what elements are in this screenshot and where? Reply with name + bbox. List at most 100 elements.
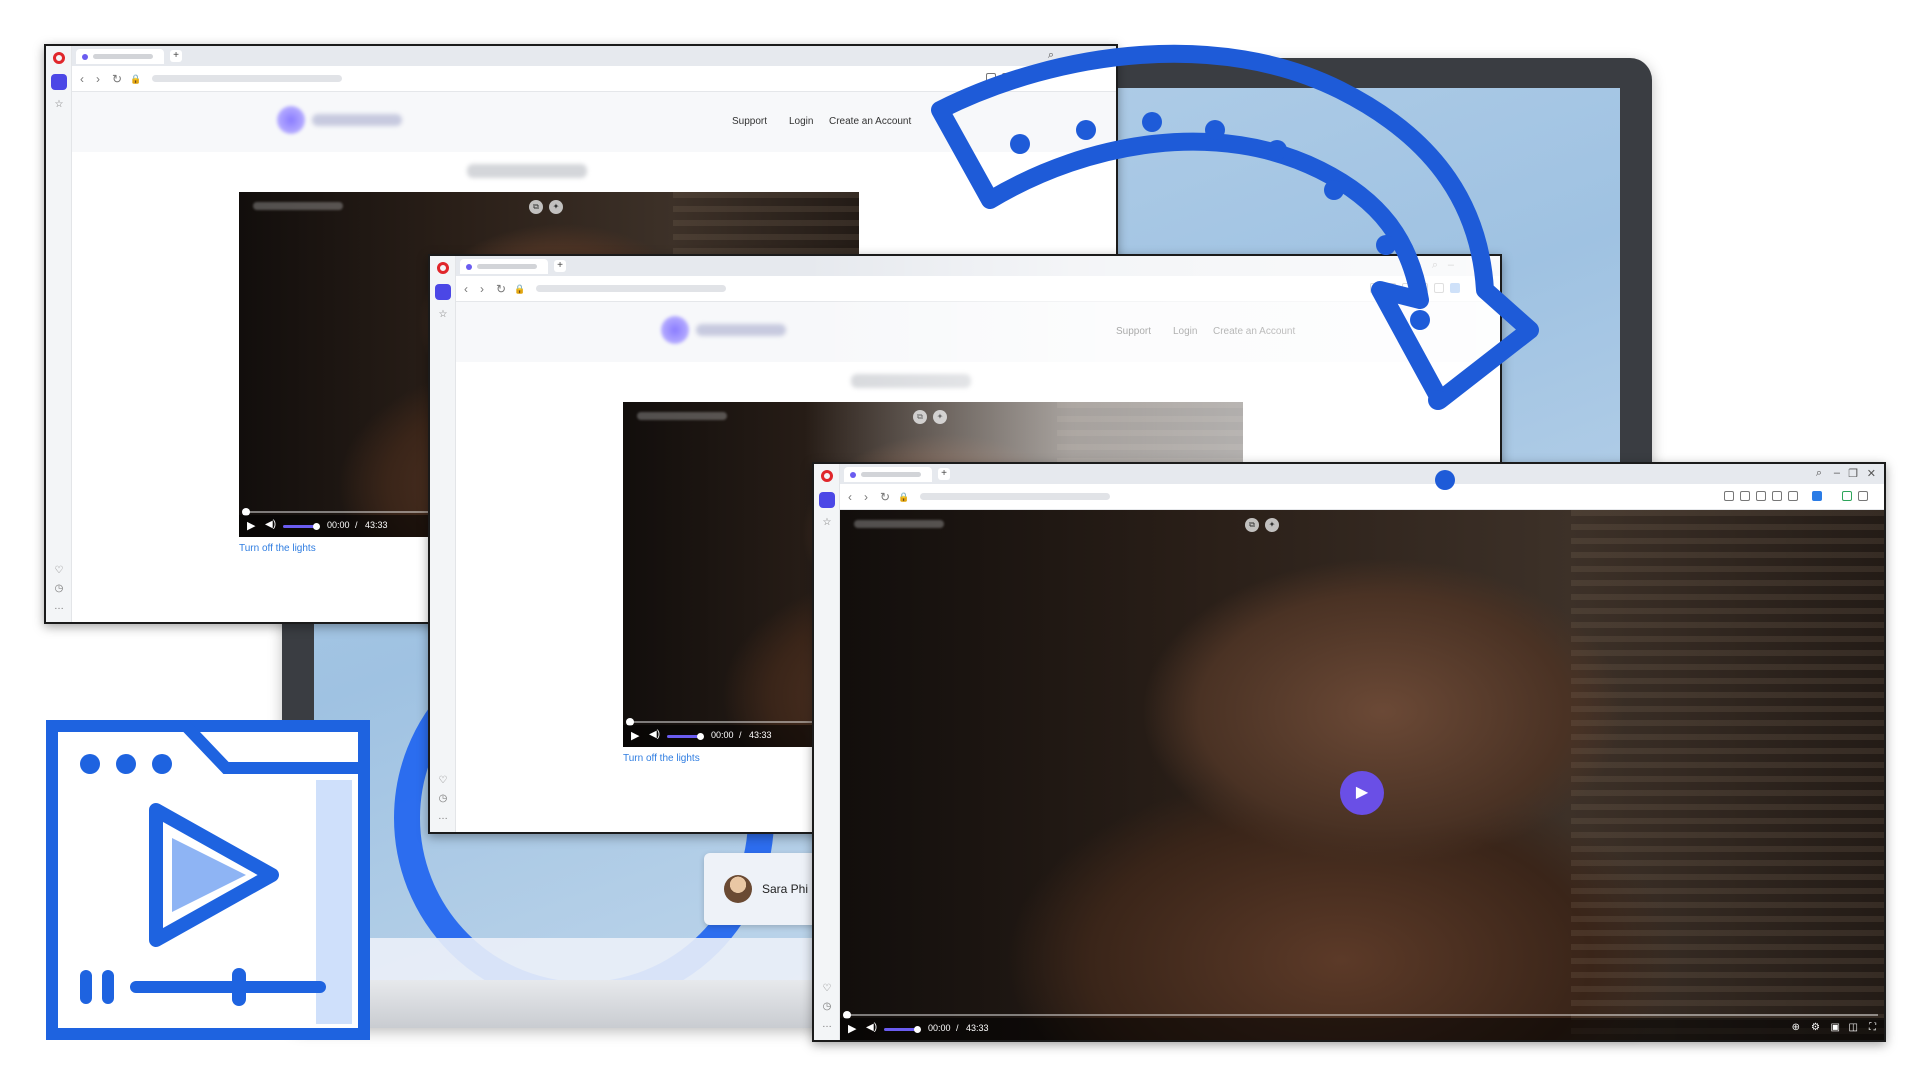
history-icon[interactable]: ◷: [438, 794, 448, 804]
new-tab-button[interactable]: +: [170, 50, 182, 62]
trail-dot: [1428, 390, 1448, 410]
heart-icon[interactable]: ♡: [822, 984, 832, 994]
more-icon[interactable]: …: [54, 602, 64, 612]
volume-icon[interactable]: ◀): [866, 1022, 877, 1033]
zoom-icon[interactable]: ⊕: [1792, 1022, 1800, 1033]
volume-slider[interactable]: [884, 1025, 921, 1033]
forward-icon[interactable]: ›: [480, 282, 484, 296]
play-icon[interactable]: ▶: [247, 519, 255, 532]
heart-extension-icon[interactable]: [1788, 491, 1798, 501]
new-tab-button[interactable]: +: [554, 260, 566, 272]
history-icon[interactable]: ◷: [822, 1002, 832, 1012]
picture-in-picture-icon[interactable]: ⧉: [529, 200, 543, 214]
opera-icon[interactable]: [437, 262, 449, 274]
login-link[interactable]: Login: [789, 116, 813, 127]
curved-arrow-icon: [931, 44, 1539, 490]
video-frame-blinds: [1570, 510, 1884, 1040]
maximize-icon[interactable]: ❐: [1848, 467, 1858, 480]
volume-slider[interactable]: [283, 522, 320, 530]
gear-icon[interactable]: ⚙: [1811, 1022, 1820, 1033]
profile-icon[interactable]: [1858, 491, 1868, 501]
minimize-icon[interactable]: –: [1834, 467, 1840, 479]
support-link[interactable]: Support: [732, 116, 767, 127]
current-time: 00:00: [711, 730, 734, 740]
reload-icon[interactable]: ↻: [112, 72, 122, 86]
extension-icon[interactable]: [1812, 491, 1822, 501]
forward-icon[interactable]: ›: [96, 72, 100, 86]
back-icon[interactable]: ‹: [848, 490, 852, 504]
forward-icon[interactable]: ›: [864, 490, 868, 504]
browser-sidebar: ☆ ♡ ◷ …: [46, 46, 72, 622]
big-play-button[interactable]: ▶: [1340, 771, 1384, 815]
back-icon[interactable]: ‹: [464, 282, 468, 296]
heart-icon[interactable]: ♡: [438, 776, 448, 786]
home-icon[interactable]: [51, 74, 67, 90]
video-title: [637, 412, 727, 420]
play-icon[interactable]: ▶: [631, 729, 639, 742]
turn-off-lights-link[interactable]: Turn off the lights: [623, 753, 700, 764]
browser-sidebar: ☆ ♡ ◷ …: [430, 256, 456, 832]
volume-slider[interactable]: [667, 732, 704, 740]
time-separator: /: [355, 520, 358, 530]
lock-icon: 🔒: [898, 492, 910, 502]
search-icon[interactable]: ⌕: [1816, 467, 1822, 480]
create-account-link[interactable]: Create an Account: [829, 116, 911, 127]
tab-title: [477, 264, 537, 269]
volume-icon[interactable]: ◀): [649, 729, 660, 740]
play-extension-icon[interactable]: [1772, 491, 1782, 501]
fullscreen-icon[interactable]: ⛶: [1869, 1022, 1876, 1033]
browser-tab[interactable]: [76, 49, 164, 64]
download-icon[interactable]: [1842, 491, 1852, 501]
tab-title: [861, 472, 921, 477]
star-icon[interactable]: ☆: [54, 100, 64, 110]
duration: 43:33: [966, 1023, 989, 1033]
site-logo[interactable]: [661, 316, 689, 344]
volume-handle[interactable]: [914, 1025, 921, 1033]
lock-icon: 🔒: [130, 74, 142, 84]
opera-icon[interactable]: [821, 470, 833, 482]
history-icon[interactable]: ◷: [54, 584, 64, 594]
star-icon[interactable]: ☆: [822, 518, 832, 528]
trail-dot: [1435, 470, 1455, 490]
vpn-icon[interactable]: [1756, 491, 1766, 501]
avatar: [724, 875, 752, 903]
browser-tab[interactable]: [460, 259, 548, 274]
opera-icon[interactable]: [53, 52, 65, 64]
camera-icon[interactable]: [1740, 491, 1750, 501]
more-icon[interactable]: …: [822, 1020, 832, 1030]
back-icon[interactable]: ‹: [80, 72, 84, 86]
volume-handle[interactable]: [313, 522, 320, 530]
sparkle-icon[interactable]: ✦: [549, 200, 563, 214]
heart-icon[interactable]: ♡: [54, 566, 64, 576]
trail-dot: [1142, 112, 1162, 132]
lock-icon: 🔒: [514, 284, 526, 294]
seek-bar[interactable]: [843, 1011, 1878, 1019]
trail-dot: [1267, 140, 1287, 160]
tab-title: [93, 54, 153, 59]
play-icon[interactable]: ▶: [848, 1022, 856, 1035]
browser-tab[interactable]: [844, 467, 932, 482]
video-filename: [467, 164, 587, 178]
reload-icon[interactable]: ↻: [880, 490, 890, 504]
site-logo[interactable]: [277, 106, 305, 134]
volume-icon[interactable]: ◀): [265, 519, 276, 530]
picture-in-picture-icon[interactable]: ▣: [1831, 1022, 1840, 1033]
more-icon[interactable]: …: [438, 812, 448, 822]
video-title: [253, 202, 343, 210]
cast-icon[interactable]: ◫: [1849, 1022, 1858, 1033]
snapshot-icon[interactable]: [1724, 491, 1734, 501]
volume-handle[interactable]: [697, 732, 704, 740]
url-field[interactable]: [536, 285, 726, 292]
url-field[interactable]: [152, 75, 342, 82]
close-icon[interactable]: ✕: [1867, 467, 1876, 480]
turn-off-lights-link[interactable]: Turn off the lights: [239, 543, 316, 554]
home-icon[interactable]: [435, 284, 451, 300]
current-time: 00:00: [327, 520, 350, 530]
reload-icon[interactable]: ↻: [496, 282, 506, 296]
tab-favicon-icon: [82, 53, 88, 60]
trail-dot: [1410, 310, 1430, 330]
home-icon[interactable]: [819, 492, 835, 508]
user-name: Sara Phi: [762, 882, 809, 896]
star-icon[interactable]: ☆: [438, 310, 448, 320]
trail-dot: [1324, 180, 1344, 200]
